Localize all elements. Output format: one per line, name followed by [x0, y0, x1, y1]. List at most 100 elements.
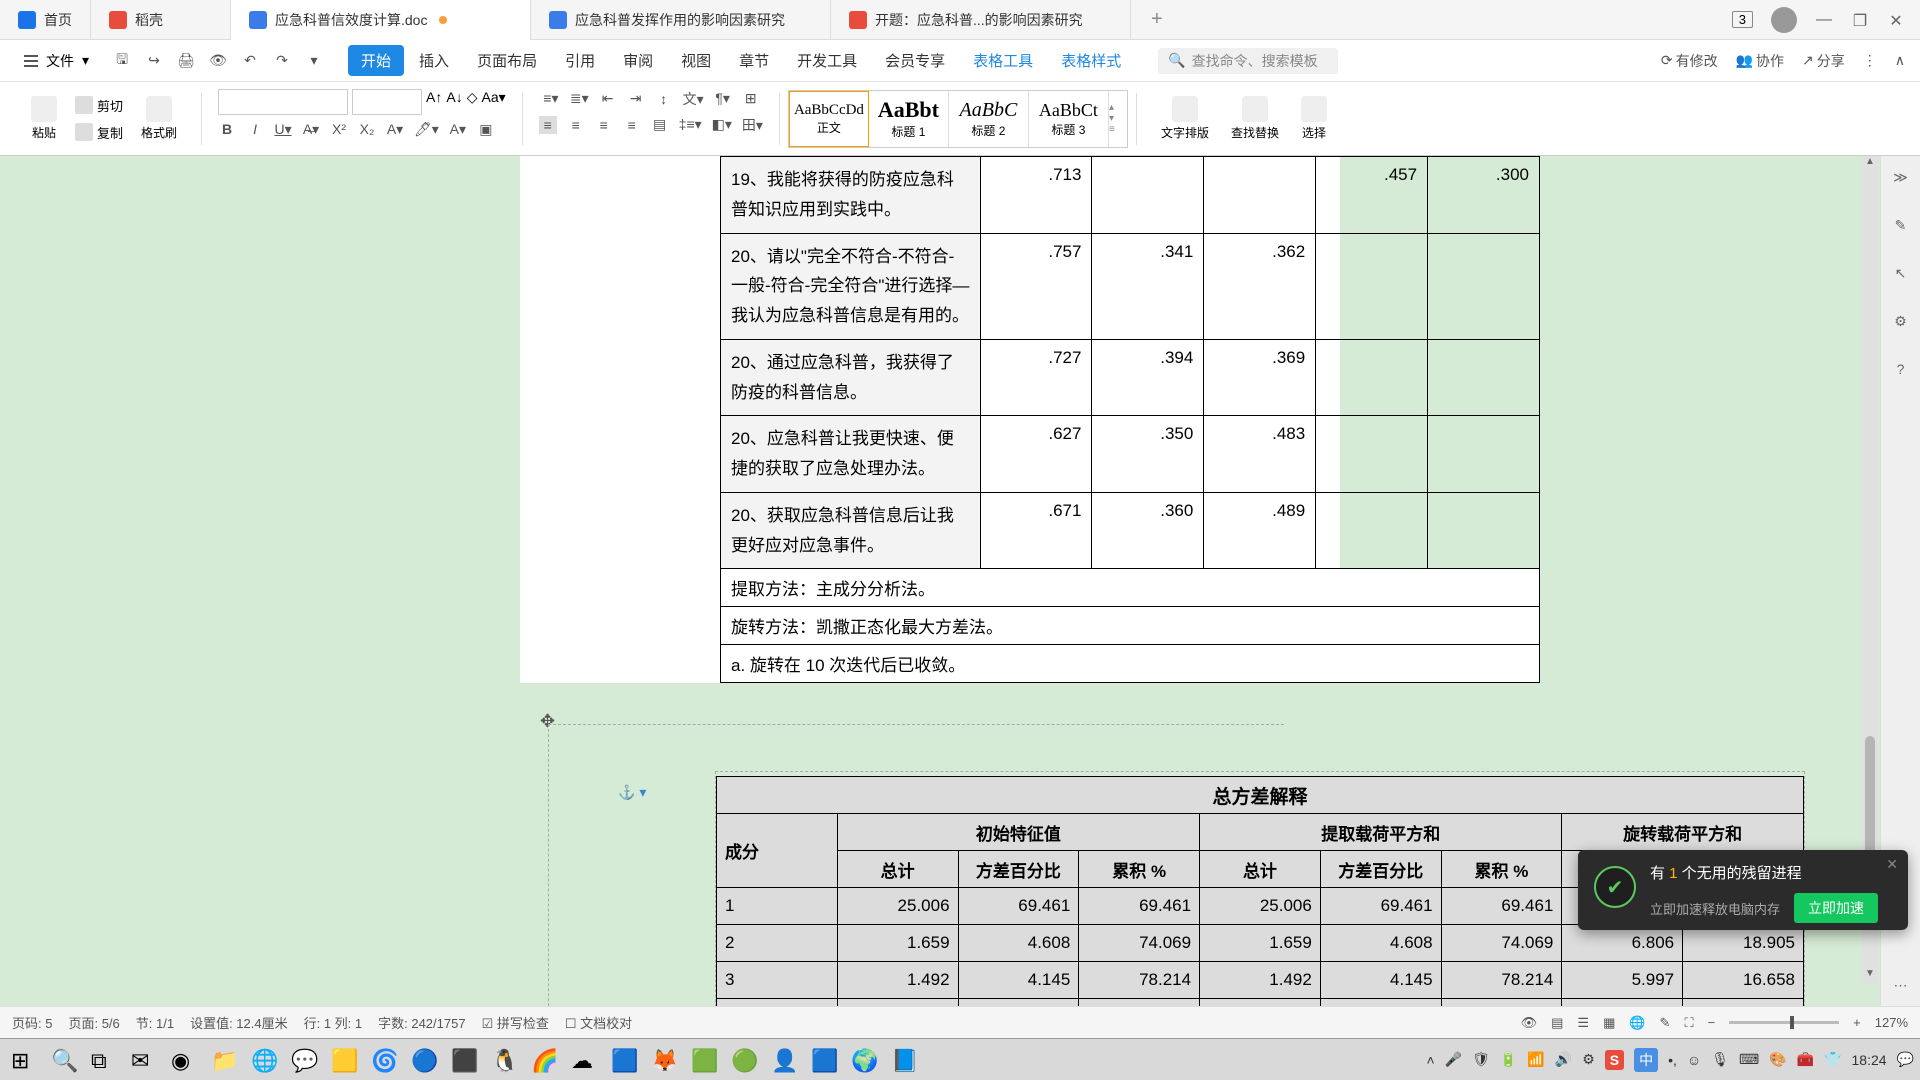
subscript-button[interactable]: X₂ — [358, 121, 376, 137]
paste-button[interactable]: 粘贴 — [23, 92, 65, 145]
zoom-in-button[interactable]: + — [1853, 1015, 1861, 1030]
wechat-icon[interactable]: 💬 — [286, 1043, 320, 1077]
view-outline-icon[interactable]: ☰ — [1577, 1015, 1589, 1031]
clear-format-icon[interactable]: ◇ — [467, 89, 478, 115]
side-help-icon[interactable]: ? — [1890, 358, 1912, 380]
ime-lang-icon[interactable]: 中 — [1634, 1048, 1658, 1072]
highlight-button[interactable]: 🖊▾ — [414, 121, 439, 138]
status-rowcol[interactable]: 行: 1 列: 1 — [304, 1013, 363, 1032]
style-more-icon[interactable]: ▴▾≡ — [1109, 91, 1127, 147]
sync-status[interactable]: ⟳ 有修改 — [1661, 51, 1718, 71]
app-icon-6[interactable]: 👤 — [766, 1043, 800, 1077]
browser-icon[interactable]: 🔵 — [406, 1043, 440, 1077]
menu-tab-layout[interactable]: 页面布局 — [464, 45, 550, 76]
explorer-icon[interactable]: 📁 — [206, 1043, 240, 1077]
italic-button[interactable]: I — [246, 121, 264, 137]
tab-daoke[interactable]: 稻壳 — [91, 0, 231, 40]
align-justify-button[interactable]: ≡ — [623, 117, 641, 133]
tab-count-badge[interactable]: 3 — [1732, 11, 1753, 28]
menu-tab-tablestyle[interactable]: 表格样式 — [1048, 45, 1134, 76]
chevron-down-icon[interactable]: ▾ — [304, 51, 324, 71]
tray-wifi-icon[interactable]: 📶 — [1527, 1051, 1544, 1068]
superscript-button[interactable]: X² — [330, 121, 348, 137]
window-minimize-button[interactable]: — — [1815, 11, 1833, 29]
view-web-icon[interactable]: ▦ — [1603, 1015, 1615, 1031]
text-effect-button[interactable]: A▾ — [386, 121, 404, 138]
cut-button[interactable]: 剪切 — [71, 94, 127, 117]
style-body[interactable]: AaBbCcDd正文 — [789, 91, 869, 147]
taskview-button[interactable]: ⧉ — [86, 1043, 120, 1077]
shrink-font-icon[interactable]: A↓ — [446, 89, 462, 115]
firefox-icon[interactable]: 🦊 — [646, 1043, 680, 1077]
app-icon-5[interactable]: 🟢 — [726, 1043, 760, 1077]
status-wordcount[interactable]: 字数: 242/1757 — [378, 1013, 465, 1032]
app-icon-3[interactable]: 🟦 — [606, 1043, 640, 1077]
window-close-button[interactable]: ✕ — [1887, 11, 1905, 29]
status-page-of[interactable]: 页面: 5/6 — [68, 1013, 119, 1032]
cloud-icon[interactable]: ☁ — [566, 1043, 600, 1077]
app-icon-8[interactable]: 🌍 — [846, 1043, 880, 1077]
tab-doc-2[interactable]: 应急科普发挥作用的影响因素研究 — [531, 0, 831, 40]
text-layout-button[interactable]: 文字排版 — [1153, 92, 1217, 145]
save-icon[interactable]: 🖫 — [112, 51, 132, 71]
char-case-icon[interactable]: Aa▾ — [482, 89, 506, 115]
view-globe-icon[interactable]: 🌐 — [1629, 1015, 1645, 1031]
notification-center-icon[interactable]: 💬 — [1897, 1051, 1914, 1068]
share-button[interactable]: ↗ 分享 — [1802, 51, 1845, 71]
zoom-value[interactable]: 127% — [1875, 1015, 1908, 1030]
ime-face-icon[interactable]: ☺ — [1687, 1052, 1701, 1068]
print-icon[interactable]: 🖨 — [176, 51, 196, 71]
bold-button[interactable]: B — [218, 121, 236, 137]
tabs-button[interactable]: ⊞ — [742, 90, 760, 107]
side-collapse-icon[interactable]: ≫ — [1890, 166, 1912, 188]
grow-font-icon[interactable]: A↑ — [426, 89, 442, 115]
notif-close-icon[interactable]: ✕ — [1886, 856, 1898, 873]
avatar[interactable] — [1771, 7, 1797, 33]
style-h2[interactable]: AaBbC标题 2 — [949, 91, 1029, 147]
font-color-button[interactable]: A▾ — [449, 121, 467, 138]
side-cursor-icon[interactable]: ↖ — [1890, 262, 1912, 284]
search-button[interactable]: 🔍 — [46, 1043, 80, 1077]
tab-active-doc[interactable]: 应急科普信效度计算.doc — [231, 0, 531, 40]
expand-icon[interactable]: ∧ — [1895, 52, 1905, 69]
underline-button[interactable]: U▾ — [274, 121, 292, 138]
bullet-list-button[interactable]: ≡▾ — [542, 90, 560, 107]
mail-icon[interactable]: ✉ — [126, 1043, 160, 1077]
wps-icon[interactable]: 📘 — [886, 1043, 920, 1077]
app-icon-4[interactable]: 🟩 — [686, 1043, 720, 1077]
zoom-fit-icon[interactable]: ⛶ — [1684, 1015, 1693, 1031]
taskbar-clock[interactable]: 18:24 — [1852, 1052, 1887, 1068]
notif-action-button[interactable]: 立即加速 — [1794, 893, 1878, 923]
tab-add-button[interactable]: + — [1131, 8, 1183, 31]
menu-tab-start[interactable]: 开始 — [348, 45, 404, 76]
ime-keyboard-icon[interactable]: ⌨ — [1739, 1051, 1759, 1068]
chrome-icon-2[interactable]: 🌈 — [526, 1043, 560, 1077]
char-border-button[interactable]: ▣ — [477, 121, 495, 138]
scroll-up-icon[interactable]: ▲ — [1862, 156, 1878, 172]
view-read-icon[interactable]: 👁 — [1521, 1015, 1538, 1031]
status-spellcheck[interactable]: ☑ 拼写检查 — [482, 1013, 549, 1032]
side-pencil-icon[interactable]: ✎ — [1890, 214, 1912, 236]
tray-battery-icon[interactable]: 🔋 — [1500, 1051, 1517, 1068]
menu-tab-tabletool[interactable]: 表格工具 — [960, 45, 1046, 76]
window-maximize-button[interactable]: ❐ — [1851, 11, 1869, 29]
view-page-icon[interactable]: ▤ — [1551, 1015, 1563, 1031]
menu-tab-dev[interactable]: 开发工具 — [784, 45, 870, 76]
format-painter-button[interactable]: 格式刷 — [133, 92, 185, 145]
tray-volume-icon[interactable]: 🔊 — [1555, 1051, 1572, 1068]
tray-mic-icon[interactable]: 🎤 — [1445, 1051, 1462, 1068]
more-icon[interactable]: ⋮ — [1863, 52, 1877, 69]
ime-skin-icon[interactable]: 🎨 — [1769, 1051, 1786, 1068]
copy-button[interactable]: 复制 — [71, 121, 127, 144]
number-list-button[interactable]: ≣▾ — [570, 90, 589, 107]
outdent-button[interactable]: ⇤ — [599, 90, 617, 107]
menu-tab-member[interactable]: 会员专享 — [872, 45, 958, 76]
start-button[interactable]: ⊞ — [6, 1043, 40, 1077]
move-handle-icon[interactable]: ✥ — [540, 711, 555, 732]
asian-layout-button[interactable]: 文▾ — [683, 89, 704, 109]
app-icon-7[interactable]: 🟦 — [806, 1043, 840, 1077]
line-spacing-button[interactable]: ‡≡▾ — [679, 116, 702, 133]
file-menu[interactable]: 文件▾ — [15, 47, 98, 75]
tray-app-icon[interactable]: ⚙ — [1582, 1051, 1595, 1068]
style-gallery[interactable]: AaBbCcDd正文 AaBbt标题 1 AaBbC标题 2 AaBbCt标题 … — [788, 90, 1128, 148]
